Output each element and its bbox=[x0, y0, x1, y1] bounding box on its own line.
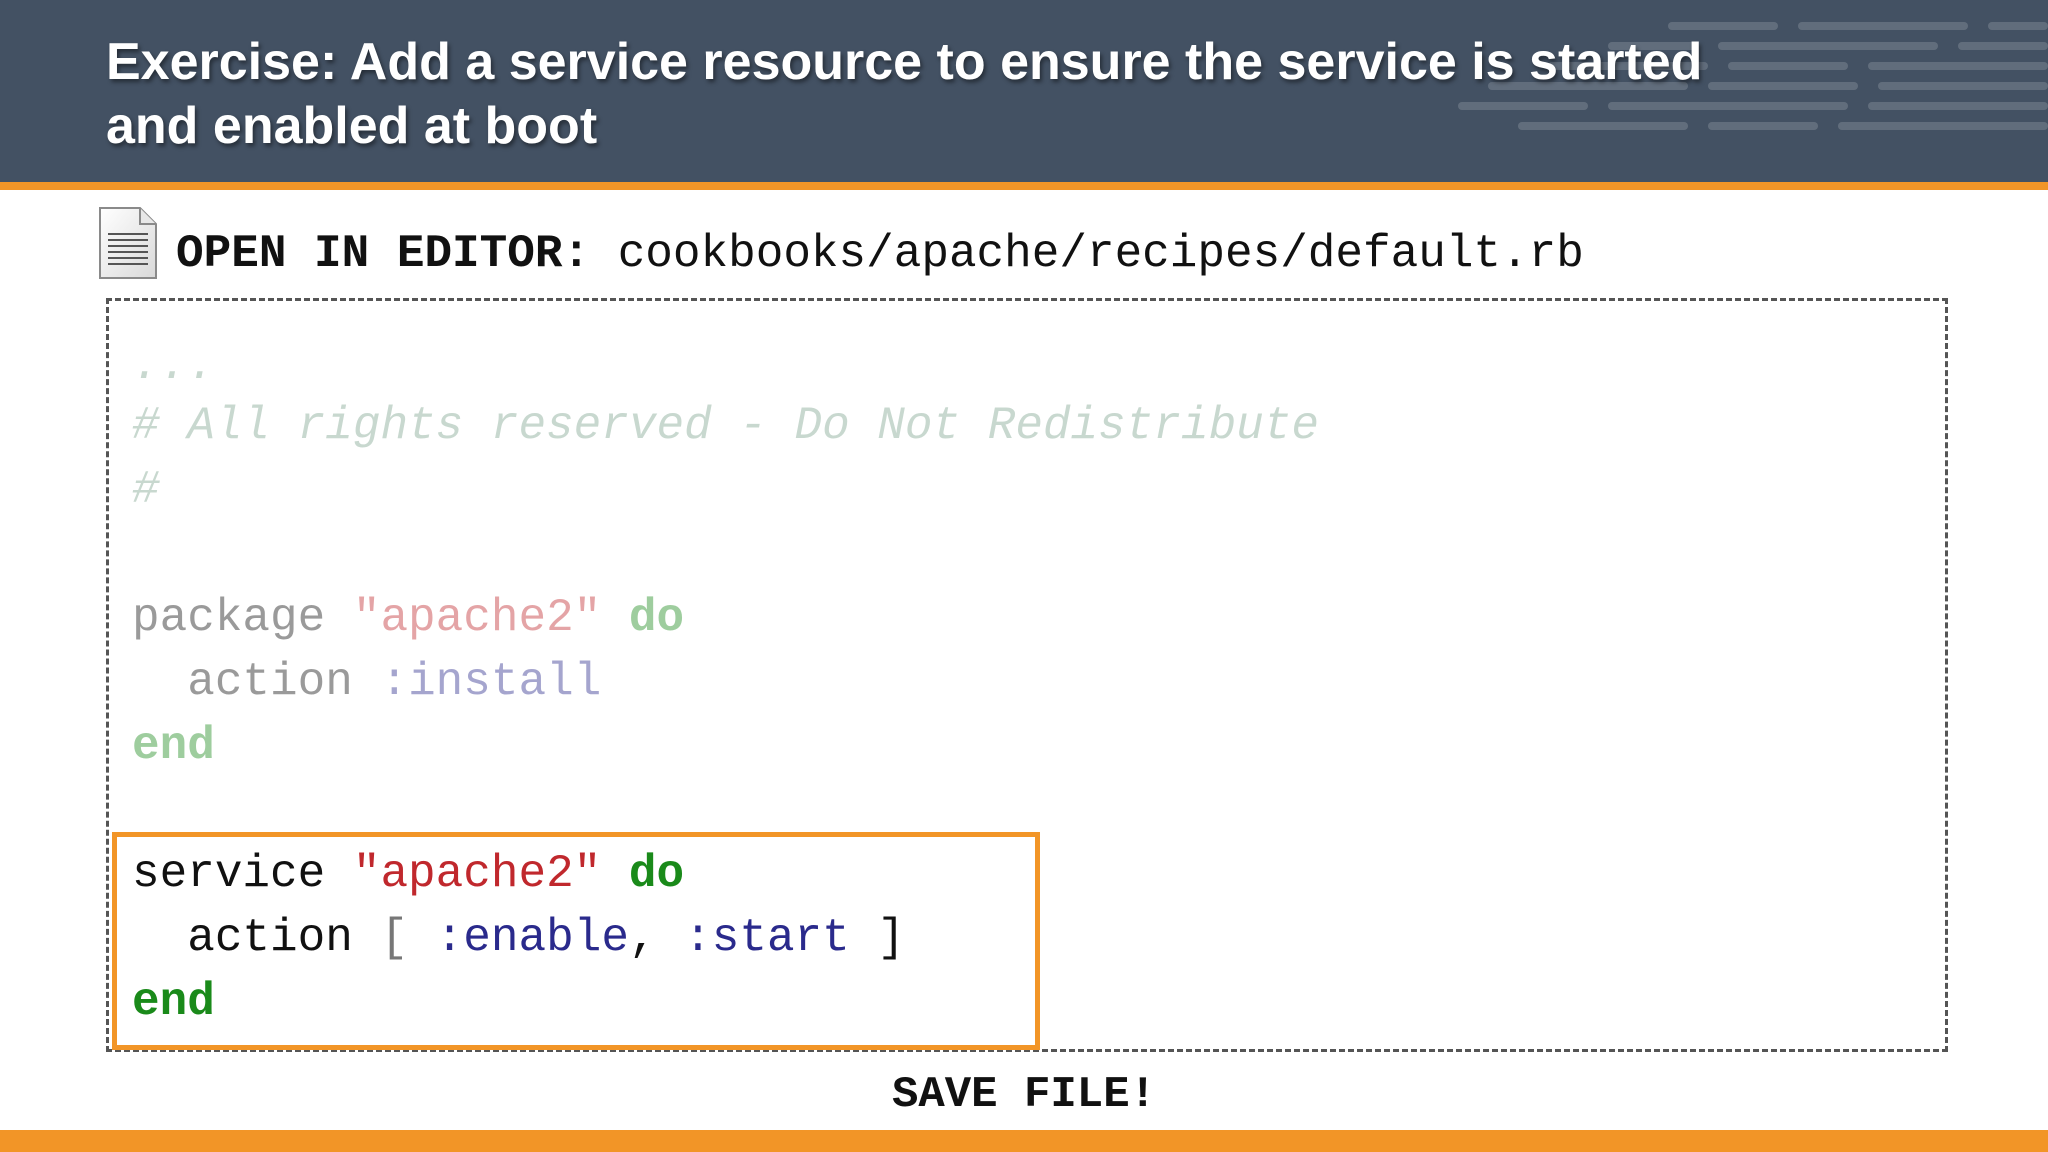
open-bracket: [ bbox=[380, 912, 409, 964]
package-do-keyword: do bbox=[628, 592, 685, 644]
slide-title-line-2: and enabled at boot bbox=[106, 97, 598, 155]
code-comment-hash: # bbox=[132, 464, 160, 516]
close-bracket: ] bbox=[877, 912, 905, 964]
open-in-editor-label: OPEN IN EDITOR: bbox=[176, 228, 591, 280]
code-line-package: package "apache2" do bbox=[132, 586, 684, 650]
install-symbol: :install bbox=[380, 656, 602, 708]
open-in-editor-line: OPEN IN EDITOR: cookbooks/apache/recipes… bbox=[176, 226, 1584, 282]
header-accent-rule bbox=[0, 182, 2048, 190]
service-name-string: "apache2" bbox=[352, 848, 602, 900]
package-end-keyword: end bbox=[132, 720, 215, 772]
file-path: cookbooks/apache/recipes/default.rb bbox=[617, 228, 1584, 280]
package-action-keyword: action bbox=[187, 656, 353, 708]
comma: , bbox=[628, 912, 657, 964]
service-do-keyword: do bbox=[628, 848, 685, 900]
enable-symbol: :enable bbox=[435, 912, 629, 964]
footer-accent-rule bbox=[0, 1130, 2048, 1152]
service-action-keyword: action bbox=[187, 912, 353, 964]
service-end-keyword: end bbox=[132, 976, 215, 1028]
code-line-service-action: action [ :enable, :start ] bbox=[132, 906, 905, 970]
package-name-string: "apache2" bbox=[352, 592, 602, 644]
start-symbol: :start bbox=[684, 912, 850, 964]
package-keyword: package bbox=[132, 592, 326, 644]
save-file-instruction: SAVE FILE! bbox=[891, 1070, 1157, 1120]
code-line-service: service "apache2" do bbox=[132, 842, 684, 906]
code-line-package-action: action :install bbox=[132, 650, 601, 714]
slide-header: Exercise: Add a service resource to ensu… bbox=[0, 0, 2048, 182]
slide-title: Exercise: Add a service resource to ensu… bbox=[106, 30, 1926, 158]
slide-title-line-1: Exercise: Add a service resource to ensu… bbox=[106, 33, 1703, 91]
code-ellipsis: ... bbox=[132, 340, 215, 392]
service-keyword: service bbox=[132, 848, 326, 900]
document-icon bbox=[99, 207, 157, 279]
code-comment-rights: # All rights reserved - Do Not Redistrib… bbox=[132, 400, 1319, 452]
code-line-service-end: end bbox=[132, 970, 215, 1034]
code-line-package-end: end bbox=[132, 714, 215, 778]
